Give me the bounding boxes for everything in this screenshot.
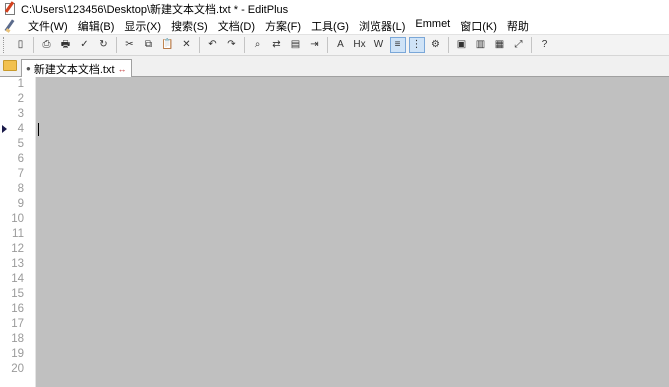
menu-view[interactable]: 显示(X) [119,18,166,34]
toolbar-separator [116,37,117,53]
modified-indicator-icon: ● [26,64,31,73]
toolbar-separator [531,37,532,53]
cliptext-window-icon[interactable]: ▥ [473,37,489,53]
toolbar: ▯ ⎙ 🖶 ✓ ↻ ✂ ⧉ 📋 ✕ ↶ ↷ ⌕ ⇄ ▤ ⇥ A Hx W ≡ ⋮ ⚙ ▣ ▥ ▦ ⤢? [0,34,669,56]
goto-line-icon[interactable]: ⇥ [307,37,323,53]
line-number-icon[interactable]: ⋮ [408,37,425,53]
text-editing-area[interactable] [36,77,669,387]
line-number: 15 [11,288,24,300]
tab-close-icon[interactable]: ↔ [118,64,127,74]
cut-icon[interactable]: ✂ [122,37,138,53]
menu-help[interactable]: 帮助 [502,18,534,34]
menu-file[interactable]: 文件(W) [23,18,73,34]
toolbar-separator [327,37,328,53]
menu-emmet[interactable]: Emmet [410,18,455,34]
directory-window-icon[interactable]: ▣ [454,37,470,53]
line-number: 1 [17,78,24,90]
spellcheck-icon[interactable]: ✓ [77,37,93,53]
menu-search[interactable]: 搜索(S) [166,18,213,34]
paste-icon[interactable]: 📋 [160,37,176,53]
delete-icon[interactable]: ✕ [179,37,195,53]
undo-icon[interactable]: ↶ [205,37,221,53]
font-icon[interactable]: A [333,37,349,53]
menu-tools[interactable]: 工具(G) [306,18,354,34]
print-icon[interactable]: 🖶 [58,37,74,53]
document-tab-bar: ● 新建文本文档.txt ↔ [0,56,669,77]
toolbar-separator [448,37,449,53]
window-title: C:\Users\123456\Desktop\新建文本文档.txt * - E… [21,3,289,16]
html-toolbar-icon[interactable]: Hx [352,37,368,53]
replace-icon[interactable]: ⇄ [269,37,285,53]
line-number: 10 [11,213,24,225]
folder-icon[interactable] [3,60,17,71]
line-number: 12 [11,243,24,255]
toolbar-separator [199,37,200,53]
tab-label: 新建文本文档.txt [33,63,115,76]
line-number: 13 [11,258,24,270]
line-number: 17 [11,318,24,330]
word-wrap-icon[interactable]: W [371,37,387,53]
fullscreen-icon[interactable]: ⤢ [511,37,527,53]
line-number: 3 [17,108,24,120]
ruler-icon[interactable]: ≡ [389,37,406,53]
editor: 1 2 3 4 5 6 7 8 9 10 11 12 13 14 15 16 17 18 19 20 [0,77,669,387]
find-icon[interactable]: ⌕ [250,37,266,53]
line-number: 14 [11,273,24,285]
line-number: 2 [17,93,24,105]
menu-browser[interactable]: 浏览器(L) [354,18,410,34]
redo-icon[interactable]: ↷ [224,37,240,53]
editplus-app-icon [3,1,16,15]
toolbar-separator [33,37,34,53]
line-number: 20 [11,363,24,375]
menu-document[interactable]: 文档(D) [213,18,260,34]
line-number: 18 [11,333,24,345]
tab-document[interactable]: ● 新建文本文档.txt ↔ [21,59,132,77]
help-icon[interactable]: ? [537,37,553,53]
find-in-files-icon[interactable]: ▤ [288,37,304,53]
menu-edit[interactable]: 编辑(B) [73,18,120,34]
current-line-marker-icon [2,125,7,133]
line-number: 11 [12,228,24,240]
line-number-gutter: 1 2 3 4 5 6 7 8 9 10 11 12 13 14 15 16 17 18 19 20 [0,77,36,387]
copy-icon[interactable]: ⧉ [141,37,157,53]
line-number: 5 [17,138,24,150]
menu-project[interactable]: 方案(F) [260,18,306,34]
line-number: 19 [11,348,24,360]
toolbar-separator [244,37,245,53]
output-window-icon[interactable]: ▦ [492,37,508,53]
preferences-icon[interactable]: ⚙ [428,37,444,53]
toolbar-grip[interactable] [3,37,7,53]
line-number: 6 [17,153,24,165]
new-file-icon[interactable]: ▯ [13,37,29,53]
line-number: 8 [17,183,24,195]
print-preview-icon[interactable]: ⎙ [39,37,55,53]
menu-bar: 文件(W) 编辑(B) 显示(X) 搜索(S) 文档(D) 方案(F) 工具(G) 浏览器(L… [0,17,669,34]
line-number: 7 [17,168,24,180]
text-caret [38,123,39,136]
title-bar: C:\Users\123456\Desktop\新建文本文档.txt * - E… [0,0,669,17]
line-number: 16 [11,303,24,315]
pencil-icon [3,19,17,33]
refresh-icon[interactable]: ↻ [96,37,112,53]
line-number: 9 [17,198,24,210]
menu-window[interactable]: 窗口(K) [455,18,502,34]
